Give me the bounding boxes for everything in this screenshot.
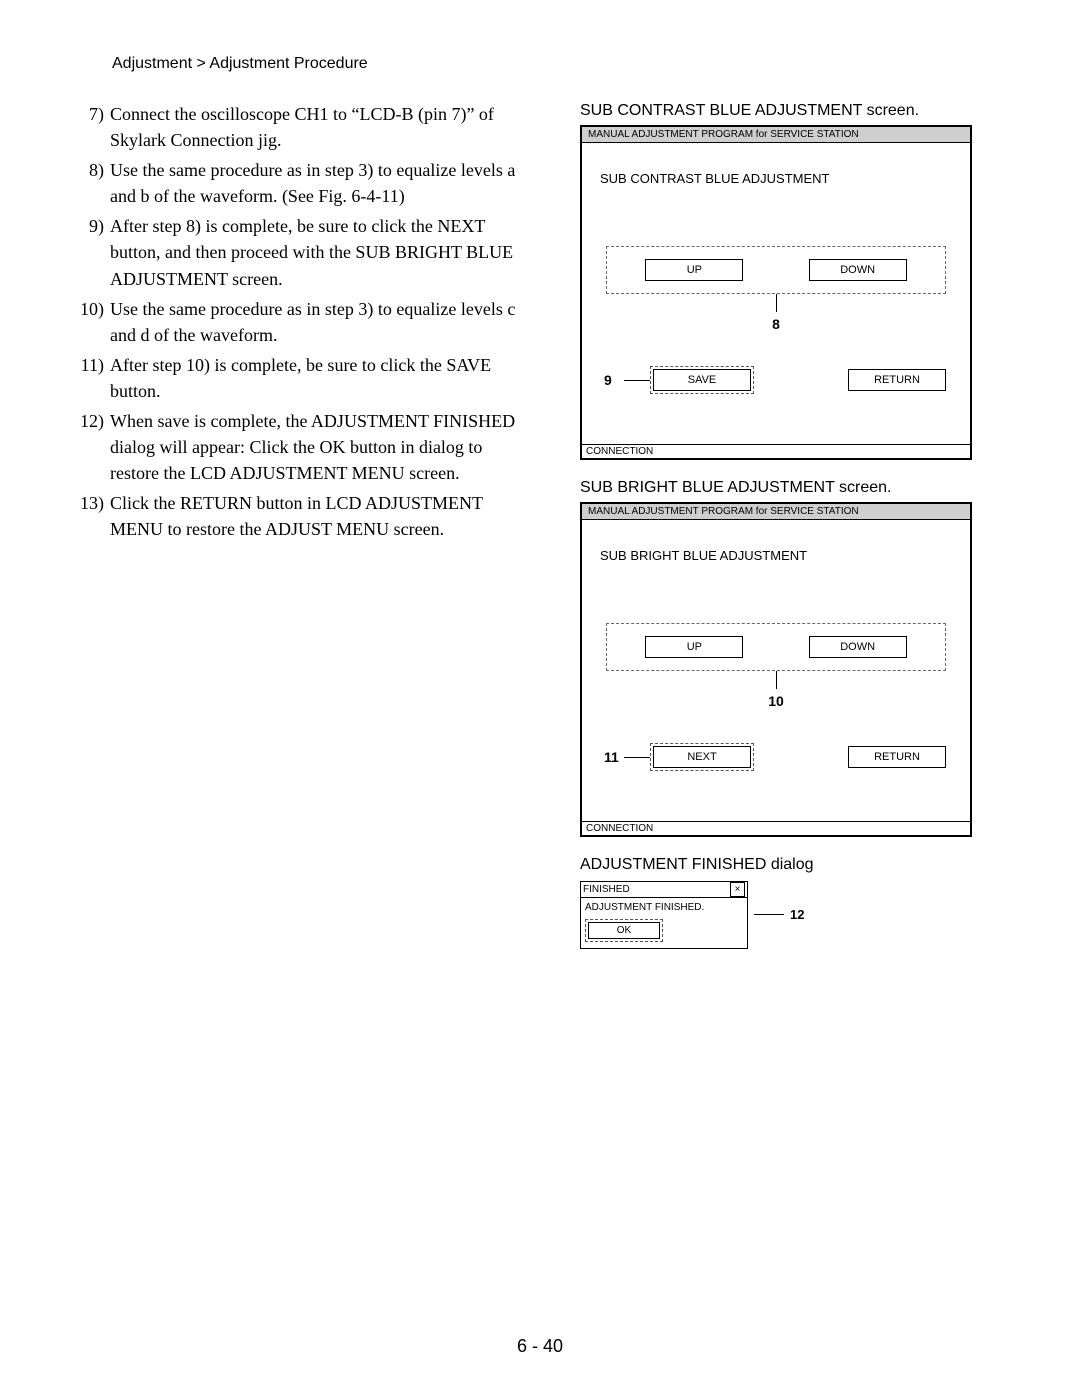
- ok-button-highlight: OK: [585, 919, 663, 942]
- dialog-message: ADJUSTMENT FINISHED.: [585, 902, 743, 913]
- ok-button[interactable]: OK: [588, 922, 660, 939]
- procedure-steps: 7)Connect the oscilloscope CH1 to “LCD-B…: [70, 101, 545, 949]
- callout-8: 8: [596, 316, 956, 332]
- step-text: When save is complete, the ADJUSTMENT FI…: [110, 408, 525, 486]
- dialog-title: FINISHED: [583, 884, 630, 895]
- up-down-group: UP DOWN: [606, 246, 946, 294]
- step-number: 13): [70, 490, 110, 542]
- up-down-group: UP DOWN: [606, 623, 946, 671]
- up-button[interactable]: UP: [645, 636, 743, 658]
- sub-contrast-blue-window: MANUAL ADJUSTMENT PROGRAM for SERVICE ST…: [580, 125, 972, 460]
- status-bar: CONNECTION: [582, 821, 970, 835]
- step-text: Use the same procedure as in step 3) to …: [110, 157, 525, 209]
- save-button-highlight: SAVE: [650, 366, 754, 394]
- callout-11: 11: [604, 749, 619, 765]
- callout-12: 12: [790, 907, 804, 922]
- page-number: 6 - 40: [0, 1336, 1080, 1357]
- breadcrumb: Adjustment > Adjustment Procedure: [112, 55, 1010, 73]
- window-titlebar: MANUAL ADJUSTMENT PROGRAM for SERVICE ST…: [582, 127, 970, 143]
- close-icon[interactable]: ×: [730, 882, 745, 897]
- return-button[interactable]: RETURN: [848, 746, 946, 768]
- status-bar: CONNECTION: [582, 444, 970, 458]
- down-button[interactable]: DOWN: [809, 259, 907, 281]
- sub-bright-blue-window: MANUAL ADJUSTMENT PROGRAM for SERVICE ST…: [580, 502, 972, 837]
- step-text: After step 10) is complete, be sure to c…: [110, 352, 525, 404]
- next-button[interactable]: NEXT: [653, 746, 751, 768]
- step-text: Use the same procedure as in step 3) to …: [110, 296, 525, 348]
- figure-caption: ADJUSTMENT FINISHED dialog: [580, 855, 1010, 875]
- step-number: 8): [70, 157, 110, 209]
- step-number: 10): [70, 296, 110, 348]
- step-text: Click the RETURN button in LCD ADJUSTMEN…: [110, 490, 525, 542]
- step-number: 9): [70, 213, 110, 291]
- callout-10: 10: [596, 693, 956, 709]
- step-text: After step 8) is complete, be sure to cl…: [110, 213, 525, 291]
- next-button-highlight: NEXT: [650, 743, 754, 771]
- window-titlebar: MANUAL ADJUSTMENT PROGRAM for SERVICE ST…: [582, 504, 970, 520]
- adjustment-finished-dialog: FINISHED × ADJUSTMENT FINISHED. OK: [580, 881, 748, 949]
- up-button[interactable]: UP: [645, 259, 743, 281]
- step-number: 12): [70, 408, 110, 486]
- down-button[interactable]: DOWN: [809, 636, 907, 658]
- callout-9: 9: [604, 372, 612, 388]
- screen-heading: SUB CONTRAST BLUE ADJUSTMENT: [600, 171, 956, 186]
- return-button[interactable]: RETURN: [848, 369, 946, 391]
- step-number: 11): [70, 352, 110, 404]
- figure-caption: SUB BRIGHT BLUE ADJUSTMENT screen.: [580, 478, 1010, 498]
- figure-caption: SUB CONTRAST BLUE ADJUSTMENT screen.: [580, 101, 1010, 121]
- screen-heading: SUB BRIGHT BLUE ADJUSTMENT: [600, 548, 956, 563]
- step-number: 7): [70, 101, 110, 153]
- save-button[interactable]: SAVE: [653, 369, 751, 391]
- step-text: Connect the oscilloscope CH1 to “LCD-B (…: [110, 101, 525, 153]
